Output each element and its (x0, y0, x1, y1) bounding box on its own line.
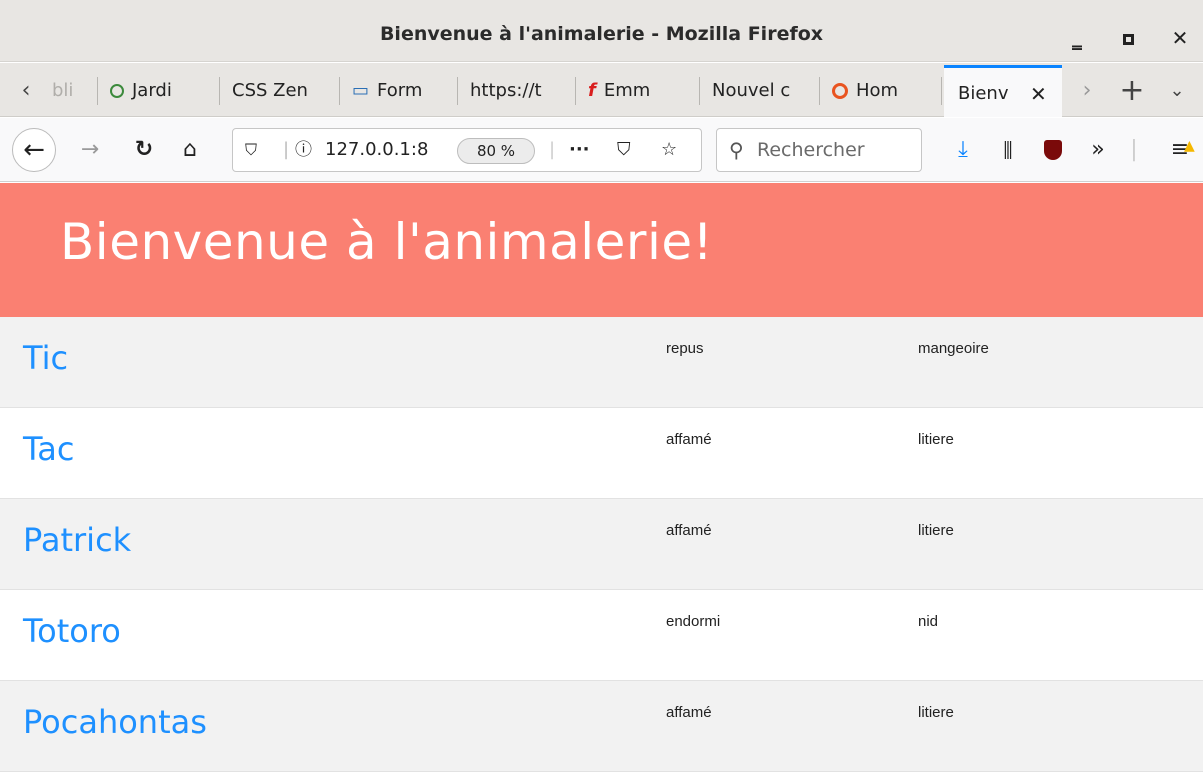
tab-label: Form (377, 80, 423, 101)
forward-button[interactable]: → (70, 130, 110, 170)
header-banner: Bienvenue à l'animalerie! (0, 183, 1203, 317)
tab-1[interactable]: bli (40, 71, 98, 111)
list-tabs-icon[interactable]: ⌄ (1160, 71, 1194, 111)
bookmark-star-icon[interactable]: ☆ (661, 129, 677, 171)
animal-place: litiere (918, 704, 954, 721)
tab-6[interactable]: f Emm (576, 71, 700, 111)
nav-toolbar: ← → ↻ ⌂ ⛉ | ⓘ 127.0.0.1:8 80 % | ··· ⛉ ☆… (0, 118, 1203, 182)
pocket-icon[interactable]: ⛉ (617, 129, 631, 171)
animal-name-link[interactable]: Totoro (23, 612, 121, 650)
tab-label: Hom (856, 80, 899, 101)
search-bar[interactable]: ⚲ (716, 128, 922, 172)
animal-place: litiere (918, 431, 954, 448)
library-icon[interactable]: ⫼ (988, 130, 1028, 170)
tab-3[interactable]: CSS Zen (220, 71, 340, 111)
animal-state: affamé (666, 704, 712, 721)
menu-icon[interactable]: ≡ ▲ (1160, 130, 1200, 170)
home-button[interactable]: ⌂ (170, 130, 210, 170)
search-icon: ⚲ (729, 138, 744, 162)
animal-name-link[interactable]: Tic (23, 339, 68, 377)
animal-state: endormi (666, 613, 721, 630)
toolbar-separator: | (1130, 137, 1138, 162)
tab-label: Bienv (958, 83, 1009, 104)
animal-name-link[interactable]: Pocahontas (23, 703, 207, 741)
page-actions-icon[interactable]: ··· (569, 129, 590, 171)
tab-7[interactable]: Nouvel c (700, 71, 820, 111)
warning-icon: ▲ (1184, 138, 1195, 154)
tab-label: CSS Zen (232, 80, 308, 101)
tab-8[interactable]: Hom (820, 71, 942, 111)
page-title: Bienvenue à l'animalerie! (60, 213, 714, 271)
circle-icon (110, 84, 124, 98)
tab-close-icon[interactable]: ✕ (1030, 68, 1047, 117)
ubuntu-icon (832, 83, 848, 99)
animal-state: repus (666, 340, 704, 357)
tab-4[interactable]: ▭ Form (340, 71, 458, 111)
animal-place: litiere (918, 522, 954, 539)
info-icon[interactable]: ⓘ (295, 129, 312, 171)
book-icon: ▭ (352, 80, 370, 101)
reload-button[interactable]: ↻ (124, 130, 164, 170)
tracking-shield-icon[interactable]: ⛉ (245, 129, 257, 171)
animal-row: Patrick affamé litiere (0, 499, 1203, 590)
url-bar[interactable]: ⛉ | ⓘ 127.0.0.1:8 80 % | ··· ⛉ ☆ (232, 128, 702, 172)
search-input[interactable] (757, 137, 917, 163)
back-button[interactable]: ← (12, 128, 56, 172)
animal-row: Pocahontas affamé litiere (0, 681, 1203, 772)
tab-5[interactable]: https://t (458, 71, 576, 111)
animal-row: Totoro endormi nid (0, 590, 1203, 681)
window-title: Bienvenue à l'animalerie - Mozilla Firef… (379, 23, 824, 45)
tab-label: bli (52, 80, 74, 101)
tab-label: Emm (603, 80, 651, 101)
page-content: Bienvenue à l'animalerie! Tic repus mang… (0, 183, 1203, 772)
animal-place: nid (918, 613, 939, 630)
new-tab-button[interactable]: + (1112, 71, 1152, 111)
tab-label: Jardi (132, 80, 172, 101)
tab-label: Nouvel c (712, 80, 791, 101)
tab-scroll-right-icon[interactable]: › (1072, 71, 1102, 111)
tab-label: https://t (470, 80, 542, 101)
animal-name-link[interactable]: Patrick (23, 521, 131, 559)
animal-name-link[interactable]: Tac (23, 430, 74, 468)
animal-place: mangeoire (918, 340, 989, 357)
tab-2[interactable]: Jardi (98, 71, 220, 111)
animal-state: affamé (666, 431, 712, 448)
url-text[interactable]: 127.0.0.1:8 (325, 129, 428, 171)
downloads-icon[interactable]: ⤓ (946, 130, 980, 170)
maximize-icon (1122, 34, 1134, 45)
maximize-button[interactable] (1108, 18, 1148, 58)
tab-active[interactable]: Bienv ✕ (944, 65, 1062, 117)
zoom-indicator[interactable]: 80 % (457, 138, 535, 164)
tab-scroll-left-icon[interactable]: ‹ (12, 71, 40, 111)
flash-icon: f (588, 80, 596, 101)
minimize-button[interactable]: ‗ (1057, 18, 1097, 58)
window-titlebar: Bienvenue à l'animalerie - Mozilla Firef… (0, 0, 1203, 62)
ublock-icon[interactable] (1036, 130, 1070, 170)
overflow-icon[interactable]: » (1078, 130, 1118, 170)
animal-state: affamé (666, 522, 712, 539)
animal-row: Tac affamé litiere (0, 408, 1203, 499)
animal-row: Tic repus mangeoire (0, 317, 1203, 408)
tab-strip: ‹ bli Jardi CSS Zen ▭ Form https://t f Emm… (0, 63, 1203, 117)
close-window-button[interactable]: ✕ (1160, 18, 1200, 58)
